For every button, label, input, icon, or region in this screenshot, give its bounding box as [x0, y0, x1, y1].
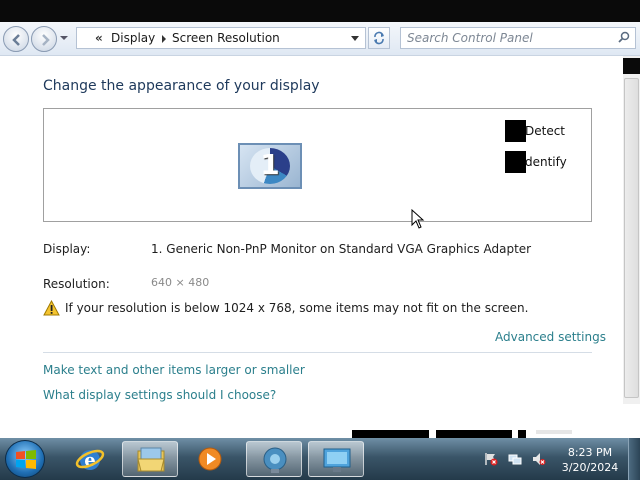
mouse-pointer-icon — [411, 209, 425, 229]
scroll-up-button[interactable] — [623, 58, 640, 74]
text-size-link[interactable]: Make text and other items larger or smal… — [43, 363, 305, 377]
address-history-dropdown-icon[interactable] — [351, 36, 359, 41]
taskbar-windows-explorer[interactable] — [122, 441, 178, 477]
display-label: Display: — [43, 242, 91, 256]
search-box[interactable]: Search Control Panel — [400, 27, 636, 49]
warning-icon — [43, 300, 60, 316]
media-player-icon — [198, 447, 222, 471]
advanced-settings-link[interactable]: Advanced settings — [495, 330, 606, 344]
forward-arrow-icon — [42, 34, 50, 46]
show-desktop-button[interactable] — [628, 438, 640, 480]
taskbar-display-settings[interactable] — [308, 441, 364, 477]
back-arrow-icon — [12, 34, 20, 46]
address-bar[interactable]: « Display Screen Resolution — [76, 27, 366, 49]
page-title: Change the appearance of your display — [43, 78, 320, 94]
back-button[interactable] — [3, 26, 29, 52]
monitor-number: 1 — [260, 148, 280, 181]
monitor-1-thumbnail[interactable]: 1 — [238, 143, 302, 189]
volume-muted-icon[interactable] — [532, 452, 546, 466]
start-button[interactable] — [5, 440, 45, 478]
taskbar-clock[interactable]: 8:23 PM 3/20/2024 — [560, 445, 620, 475]
breadcrumb-screen-resolution[interactable]: Screen Resolution — [172, 31, 280, 45]
window-top-strip — [0, 0, 640, 22]
scroll-thumb[interactable] — [624, 78, 639, 398]
dialog-buttons-cutoff — [352, 430, 572, 438]
windows-explorer-icon — [137, 447, 165, 472]
identify-button[interactable]: dentify — [505, 151, 585, 173]
breadcrumb-separator-icon[interactable] — [162, 35, 166, 43]
identify-button-label[interactable]: dentify — [525, 155, 567, 169]
vertical-scrollbar[interactable] — [623, 56, 640, 420]
control-panel-globe-icon — [263, 447, 287, 473]
refresh-button[interactable] — [368, 27, 390, 49]
display-settings-icon — [323, 448, 351, 472]
taskbar-internet-explorer[interactable]: e — [62, 441, 118, 477]
breadcrumb-display[interactable]: Display — [111, 31, 155, 45]
cancel-button[interactable] — [436, 430, 512, 438]
resolution-label: Resolution: — [43, 277, 110, 291]
detect-button-label[interactable]: Detect — [525, 124, 565, 138]
search-input[interactable]: Search Control Panel — [407, 31, 533, 45]
taskbar-control-panel[interactable] — [246, 441, 302, 477]
forward-button[interactable] — [31, 26, 57, 52]
display-dropdown[interactable]: 1. Generic Non-PnP Monitor on Standard V… — [151, 242, 531, 256]
ok-button[interactable] — [352, 430, 429, 438]
display-settings-help-link[interactable]: What display settings should I choose? — [43, 388, 276, 402]
section-divider — [43, 352, 592, 353]
search-icon[interactable] — [617, 31, 631, 45]
address-overflow-icon[interactable]: « — [95, 31, 103, 45]
detect-button-face[interactable] — [505, 120, 526, 142]
clock-time: 8:23 PM — [567, 446, 613, 459]
recent-pages-dropdown-icon[interactable] — [60, 36, 68, 40]
action-center-flag-icon[interactable] — [484, 452, 498, 466]
display-preview-area[interactable]: 1 Detect dentify — [43, 108, 592, 222]
identify-button-face[interactable] — [505, 151, 526, 173]
resolution-dropdown[interactable]: 640 × 480 — [151, 276, 209, 289]
resolution-warning-text: If your resolution is below 1024 x 768, … — [65, 301, 529, 315]
windows-logo-icon — [16, 450, 36, 469]
network-icon[interactable] — [508, 452, 522, 466]
detect-button[interactable]: Detect — [505, 120, 585, 142]
clock-date: 3/20/2024 — [561, 461, 619, 474]
refresh-icon — [374, 31, 384, 45]
apply-button[interactable] — [536, 430, 572, 434]
internet-explorer-icon: e — [75, 449, 105, 471]
dialog-button-edge — [518, 430, 526, 438]
taskbar-media-player[interactable] — [182, 441, 238, 477]
